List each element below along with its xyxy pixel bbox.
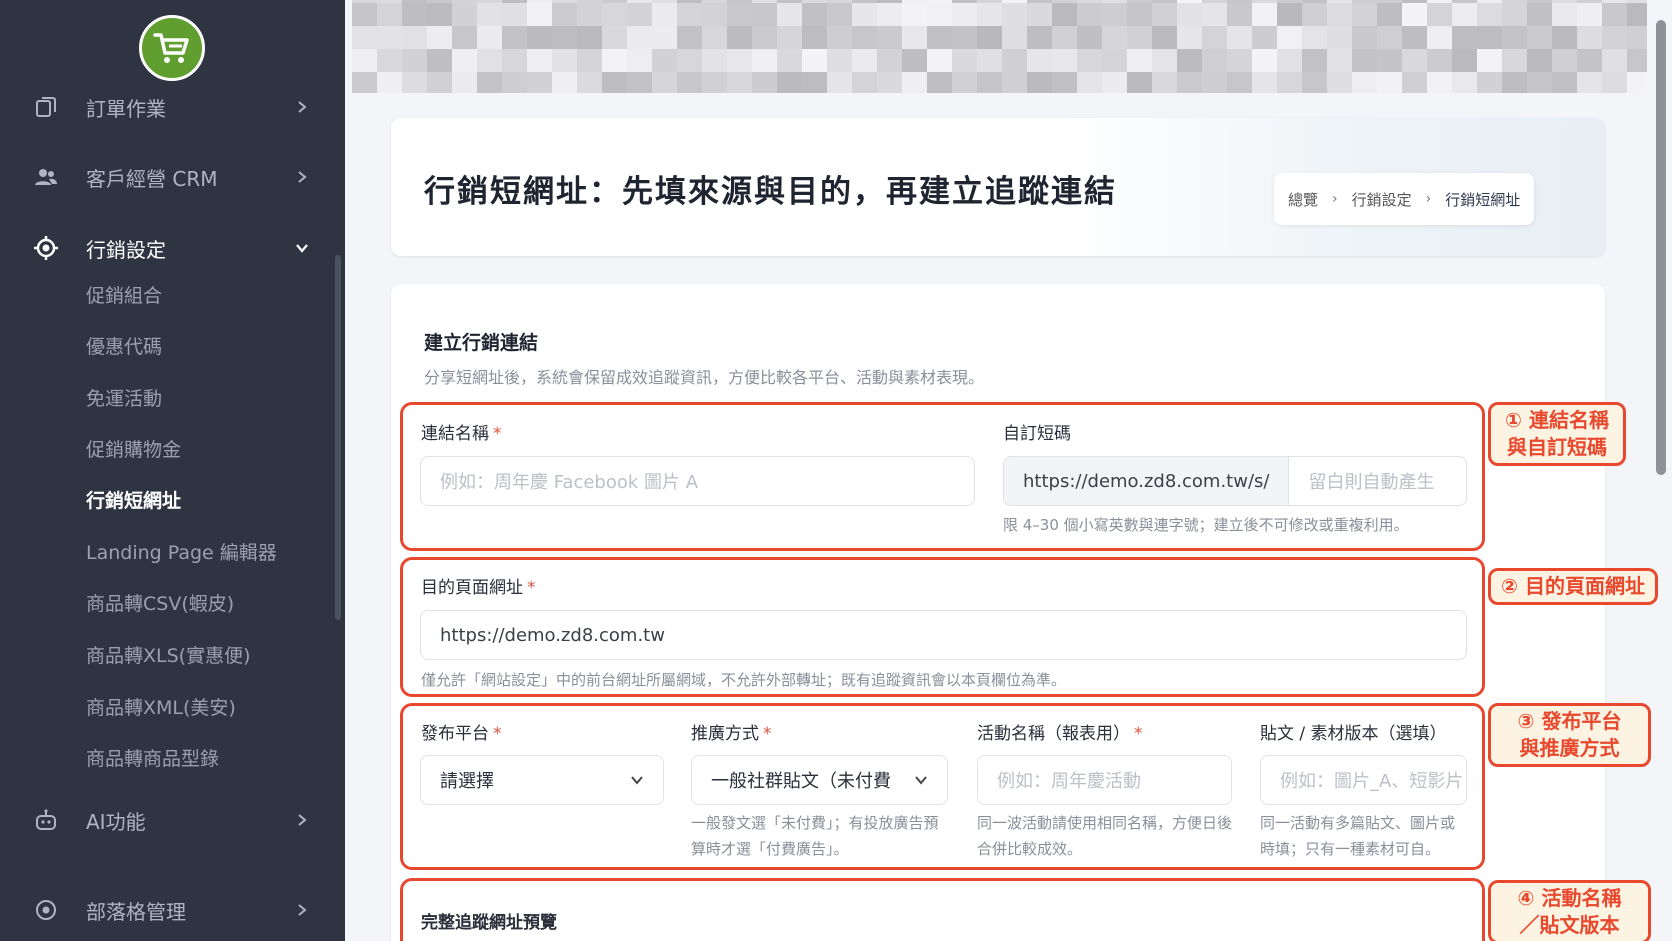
page-scrollbar[interactable] — [1656, 20, 1666, 475]
sidebar-subitem-xls[interactable]: 商品轉XLS(實惠便) — [86, 641, 251, 671]
page-header: 行銷短網址：先填來源與目的，再建立追蹤連結 總覽 › 行銷設定 › 行銷短網址 — [391, 118, 1605, 256]
chevron-down-icon — [294, 240, 310, 256]
sidebar-scrollbar[interactable] — [335, 255, 341, 620]
annotation-text: ① 連結名稱 與自訂短碼 — [1505, 408, 1609, 459]
sidebar-item-crm[interactable]: 客戶經營 CRM — [0, 152, 335, 202]
annotation-box-3 — [400, 703, 1485, 870]
sidebar-item-blog[interactable]: 部落格管理 — [0, 885, 335, 935]
clipboard-icon — [33, 94, 59, 120]
chevron-right-icon — [294, 902, 310, 918]
annotation-text: ② 目的頁面網址 — [1501, 574, 1645, 598]
sidebar-subitem-short-url[interactable]: 行銷短網址 — [86, 486, 181, 516]
chevron-right-icon — [294, 169, 310, 185]
sidebar-item-label: AI功能 — [86, 809, 146, 834]
sidebar: 訂單作業 客戶經營 CRM 行銷設定 促銷組合 優惠代碼 免運活動 促銷購物金 … — [0, 0, 345, 941]
annotation-label-1: ① 連結名稱 與自訂短碼 — [1488, 402, 1626, 466]
sidebar-item-marketing[interactable]: 行銷設定 — [0, 223, 335, 273]
chevron-right-icon — [294, 99, 310, 115]
annotation-box-1 — [400, 402, 1485, 551]
sidebar-subitem-shopping-credit[interactable]: 促銷購物金 — [86, 435, 181, 465]
breadcrumb-current: 行銷短網址 — [1445, 190, 1521, 209]
annotation-box-2 — [400, 557, 1485, 697]
page-title: 行銷短網址：先填來源與目的，再建立追蹤連結 — [424, 174, 1117, 210]
sidebar-subitem-csv[interactable]: 商品轉CSV(蝦皮) — [86, 589, 234, 619]
annotation-label-4: ④ 活動名稱 ／貼文版本 — [1488, 880, 1651, 941]
chevron-right-icon: › — [1425, 191, 1432, 207]
shopping-cart-icon — [153, 33, 189, 63]
sidebar-item-label: 客戶經營 CRM — [86, 166, 218, 191]
sidebar-item-ai[interactable]: AI功能 — [0, 795, 335, 845]
robot-icon — [33, 807, 59, 833]
blurred-banner-image — [352, 0, 1647, 93]
annotation-box-4 — [400, 878, 1485, 941]
chevron-right-icon: › — [1332, 191, 1338, 207]
annotation-label-2: ② 目的頁面網址 — [1488, 568, 1658, 605]
target-icon — [33, 235, 59, 261]
breadcrumb: 總覽 › 行銷設定 › 行銷短網址 — [1274, 173, 1535, 225]
logo[interactable] — [139, 15, 205, 81]
sidebar-subitem-bundles[interactable]: 促銷組合 — [86, 281, 162, 311]
sidebar-item-orders[interactable]: 訂單作業 — [0, 82, 335, 132]
annotation-label-3: ③ 發布平台 與推廣方式 — [1488, 703, 1651, 767]
section-title: 建立行銷連結 — [424, 332, 539, 354]
users-icon — [33, 164, 59, 190]
sidebar-item-label: 行銷設定 — [86, 237, 166, 262]
sidebar-item-label: 部落格管理 — [86, 899, 186, 924]
sidebar-subitem-landing-page[interactable]: Landing Page 編輯器 — [86, 538, 277, 568]
blog-icon — [33, 897, 59, 923]
annotation-text: ④ 活動名稱 ／貼文版本 — [1517, 886, 1622, 937]
breadcrumb-marketing[interactable]: 行銷設定 — [1352, 189, 1412, 210]
section-description: 分享短網址後，系統會保留成效追蹤資訊，方便比較各平台、活動與素材表現。 — [424, 368, 985, 387]
sidebar-item-label: 訂單作業 — [86, 96, 166, 121]
sidebar-subitem-xml[interactable]: 商品轉XML(美安) — [86, 693, 236, 723]
annotation-text: ③ 發布平台 與推廣方式 — [1517, 709, 1622, 760]
sidebar-subitem-catalog[interactable]: 商品轉商品型錄 — [86, 744, 219, 774]
sidebar-subitem-coupons[interactable]: 優惠代碼 — [86, 332, 162, 362]
chevron-right-icon — [294, 812, 310, 828]
breadcrumb-overview[interactable]: 總覽 — [1288, 189, 1318, 210]
sidebar-subitem-free-shipping[interactable]: 免運活動 — [86, 384, 162, 414]
